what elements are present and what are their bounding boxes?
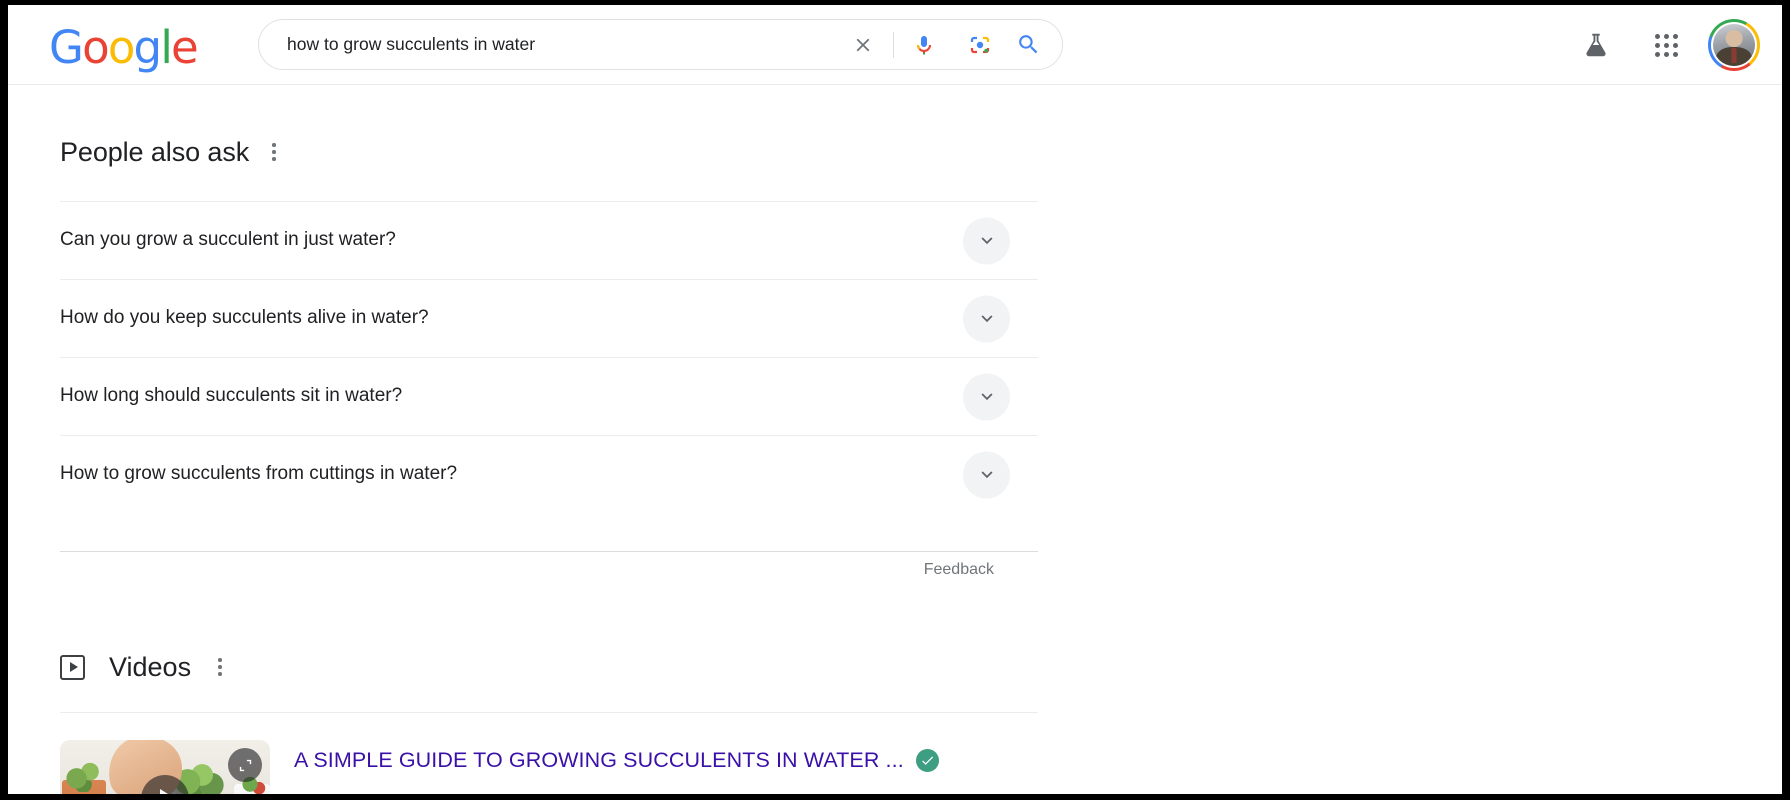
- logo-letter-G: G: [49, 21, 84, 74]
- close-icon[interactable]: [841, 23, 885, 67]
- results-column: People also ask Can you grow a succulent…: [60, 85, 1060, 794]
- thumb-plant-left: [64, 758, 106, 792]
- logo-letter-e: e: [171, 21, 199, 74]
- search-icon[interactable]: [1002, 23, 1054, 67]
- chevron-down-icon[interactable]: [963, 295, 1010, 342]
- header-actions: [1570, 5, 1760, 85]
- video-title-row: A SIMPLE GUIDE TO GROWING SUCCULENTS IN …: [294, 748, 939, 773]
- chevron-down-icon[interactable]: [963, 451, 1010, 498]
- avatar-inner: [1711, 22, 1757, 68]
- logo-letter-o2: o: [107, 21, 136, 74]
- video-info: A SIMPLE GUIDE TO GROWING SUCCULENTS IN …: [294, 740, 939, 794]
- videos-title: Videos: [109, 651, 192, 682]
- expand-fullscreen-icon[interactable]: [228, 748, 262, 782]
- chevron-down-icon[interactable]: [963, 373, 1010, 420]
- video-play-icon: [60, 654, 85, 680]
- apps-grid-dots: [1654, 33, 1678, 57]
- videos-section-header: Videos: [60, 644, 1060, 690]
- video-thumbnail[interactable]: Living placed to the pollen part that we…: [60, 740, 270, 794]
- google-logo[interactable]: Google: [49, 21, 199, 74]
- paa-question-item-2[interactable]: How do you keep succulents alive in wate…: [60, 279, 1038, 357]
- microphone-icon[interactable]: [902, 23, 946, 67]
- paa-question-text: How do you keep succulents alive in wate…: [60, 307, 429, 329]
- paa-question-item-3[interactable]: How long should succulents sit in water?: [60, 357, 1038, 435]
- paa-question-item-4[interactable]: How to grow succulents from cuttings in …: [60, 435, 1038, 513]
- paa-footer: Feedback: [60, 551, 1038, 578]
- avatar-photo: [1713, 24, 1755, 66]
- browser-page: Google how to grow succulents in water P…: [8, 5, 1782, 794]
- people-also-ask-list: Can you grow a succulent in just water? …: [60, 201, 1038, 513]
- search-results-main: People also ask Can you grow a succulent…: [8, 85, 1782, 794]
- paa-question-item-1[interactable]: Can you grow a succulent in just water?: [60, 201, 1038, 279]
- logo-letter-g: g: [133, 21, 163, 74]
- videos-divider: [60, 712, 1038, 713]
- apps-grid-icon[interactable]: [1640, 19, 1692, 71]
- chevron-down-icon[interactable]: [963, 217, 1010, 264]
- search-input[interactable]: [259, 20, 841, 69]
- verified-check-icon: [915, 749, 939, 772]
- labs-flask-icon[interactable]: [1570, 19, 1622, 71]
- google-lens-icon[interactable]: [958, 23, 1002, 67]
- page-title: People also ask: [60, 136, 250, 167]
- paa-question-text: How to grow succulents from cuttings in …: [60, 463, 458, 485]
- logo-letter-l: l: [160, 21, 172, 74]
- feedback-link[interactable]: Feedback: [924, 561, 994, 579]
- search-header: Google: [8, 5, 1782, 85]
- avatar-tie: [1731, 48, 1737, 63]
- search-divider: [893, 31, 894, 58]
- people-also-ask-header: People also ask: [60, 127, 1060, 177]
- video-title-link[interactable]: A SIMPLE GUIDE TO GROWING SUCCULENTS IN …: [294, 748, 904, 773]
- kebab-menu-icon[interactable]: [209, 654, 231, 680]
- logo-letter-o1: o: [82, 21, 110, 74]
- paa-question-text: Can you grow a succulent in just water?: [60, 229, 396, 251]
- video-result-item: Living placed to the pollen part that we…: [60, 740, 1060, 794]
- paa-question-text: How long should succulents sit in water?: [60, 385, 403, 407]
- account-avatar[interactable]: [1708, 19, 1760, 71]
- search-box[interactable]: [258, 19, 1063, 70]
- kebab-menu-icon[interactable]: [263, 139, 285, 165]
